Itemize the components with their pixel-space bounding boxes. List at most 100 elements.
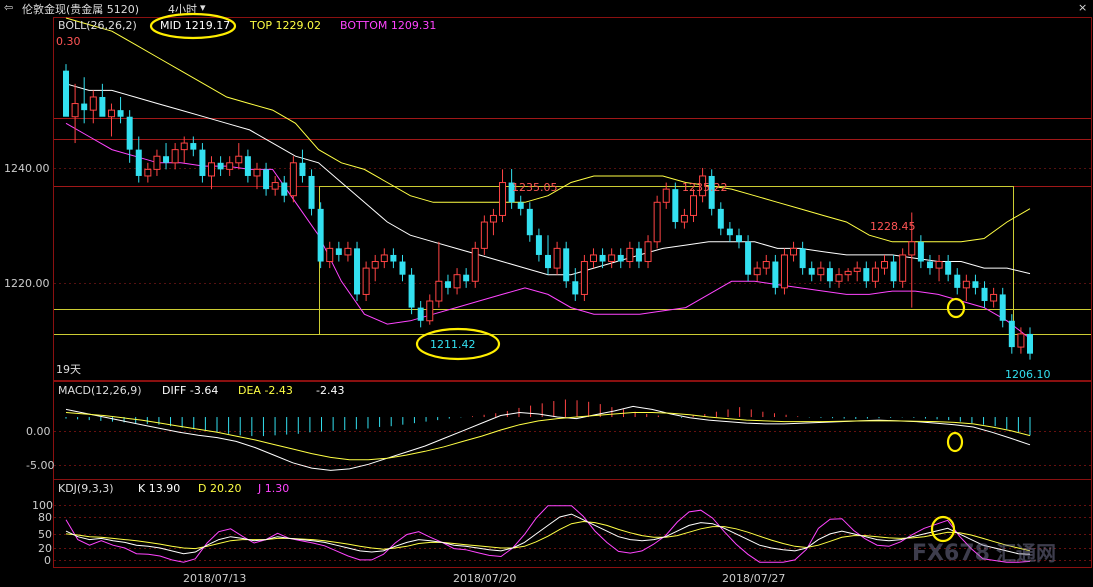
candle-body <box>717 208 724 229</box>
candle-body <box>954 274 961 288</box>
candle-body <box>199 149 206 176</box>
candle-body <box>89 96 97 111</box>
boll-top-line <box>65 17 1031 243</box>
macd-y-tick-minus5: -5.00 <box>26 459 54 472</box>
candle-body <box>171 149 179 164</box>
corner-value: 0.30 <box>56 35 81 48</box>
candle-body <box>753 267 761 276</box>
candle-body <box>517 202 524 209</box>
candle-body <box>545 254 551 269</box>
candle-body <box>835 274 843 282</box>
candle-body <box>608 254 616 263</box>
candle-body <box>1017 333 1025 348</box>
candle-body <box>1027 333 1033 354</box>
kdj-y-tick-50: 50 <box>38 528 52 541</box>
candle-body <box>117 110 124 117</box>
candle-body <box>244 156 251 176</box>
candle-body <box>417 307 424 321</box>
candle-body <box>762 261 770 269</box>
macd-value-label: -2.43 <box>316 384 344 397</box>
candle-body <box>808 268 815 275</box>
candle-body <box>326 247 334 263</box>
candle-body <box>690 195 698 216</box>
candle-body <box>680 214 688 223</box>
candles <box>63 64 1033 360</box>
y-tick-1220: 1220.00 <box>4 277 50 290</box>
candle-body <box>853 267 861 272</box>
candle-body <box>253 168 261 177</box>
candle-body <box>599 254 606 262</box>
candle-body <box>745 241 752 275</box>
candle-body <box>672 189 679 223</box>
candle-body <box>871 267 879 282</box>
candle-body <box>962 280 970 289</box>
candle-body <box>444 281 451 288</box>
candle-body <box>81 103 88 111</box>
kdj-y-tick-0: 0 <box>44 554 51 567</box>
candle-body <box>626 247 634 263</box>
candle-body <box>289 162 297 197</box>
candle-body <box>399 261 406 275</box>
candle-body <box>553 247 561 269</box>
price-label-low-2: 1206.10 <box>1005 368 1051 381</box>
macd-dea-label: DEA -2.43 <box>238 384 293 397</box>
candle-body <box>99 96 106 117</box>
candle-body <box>408 274 415 308</box>
candle-body <box>308 175 315 209</box>
bollinger-bands <box>65 17 1031 339</box>
candle-body <box>180 142 188 151</box>
candle-body <box>535 235 542 255</box>
candle-body <box>890 261 897 282</box>
candle-body <box>208 162 216 177</box>
candle-body <box>107 109 115 118</box>
macd-diff-label: DIFF -3.64 <box>162 384 218 397</box>
annotation-circle-main <box>946 297 966 319</box>
macd-panel <box>65 399 1031 471</box>
macd-name: MACD(12,26,9) <box>58 384 142 397</box>
candle-body <box>435 280 443 302</box>
candle-body <box>190 143 197 150</box>
candle-body <box>526 208 533 236</box>
candle-body <box>135 149 142 176</box>
kdj-j-line <box>65 505 1031 563</box>
candle-body <box>563 248 570 282</box>
candle-body <box>163 156 170 163</box>
candle-body <box>990 293 998 302</box>
span-label: 19天 <box>56 363 81 376</box>
candle-body <box>463 274 470 282</box>
kdj-d-label: D 20.20 <box>198 482 241 495</box>
candle-body <box>371 261 379 269</box>
candle-body <box>908 241 916 256</box>
candle-body <box>780 254 788 289</box>
candle-body <box>71 103 79 118</box>
boll-name: BOLL(26,26,2) <box>58 19 137 32</box>
candle-body <box>126 116 133 150</box>
watermark-latin: FX678 <box>912 541 990 566</box>
boll-top-label: TOP 1229.02 <box>249 19 321 32</box>
candle-body <box>863 268 870 282</box>
candle-body <box>480 221 488 249</box>
candle-body <box>299 162 306 176</box>
kdj-y-tick-80: 80 <box>38 511 52 524</box>
candle-body <box>844 270 852 276</box>
candle-body <box>617 254 624 262</box>
candle-body <box>335 248 342 255</box>
watermark: FX678 汇通网 <box>912 541 1056 566</box>
price-label-high-2: 1235.22 <box>682 181 728 194</box>
candle-body <box>1008 320 1015 348</box>
candle-body <box>826 268 833 282</box>
candle-body <box>471 247 479 282</box>
y-tick-1240: 1240.00 <box>4 162 50 175</box>
candle-body <box>226 162 234 170</box>
price-label-high-3: 1228.45 <box>870 220 916 233</box>
candle-body <box>499 182 507 216</box>
annotation-circle-macd <box>946 431 964 453</box>
candle-body <box>354 248 361 295</box>
candle-body <box>580 261 588 295</box>
candle-body <box>453 274 461 289</box>
candlestick-chart: FX678 汇通网 BOLL(26,26,2) MID 1219.17 TOP … <box>4 12 1092 585</box>
candle-body <box>662 188 670 203</box>
kdj-panel <box>65 505 1031 563</box>
candle-body <box>972 281 979 288</box>
kdj-k-label: K 13.90 <box>138 482 180 495</box>
